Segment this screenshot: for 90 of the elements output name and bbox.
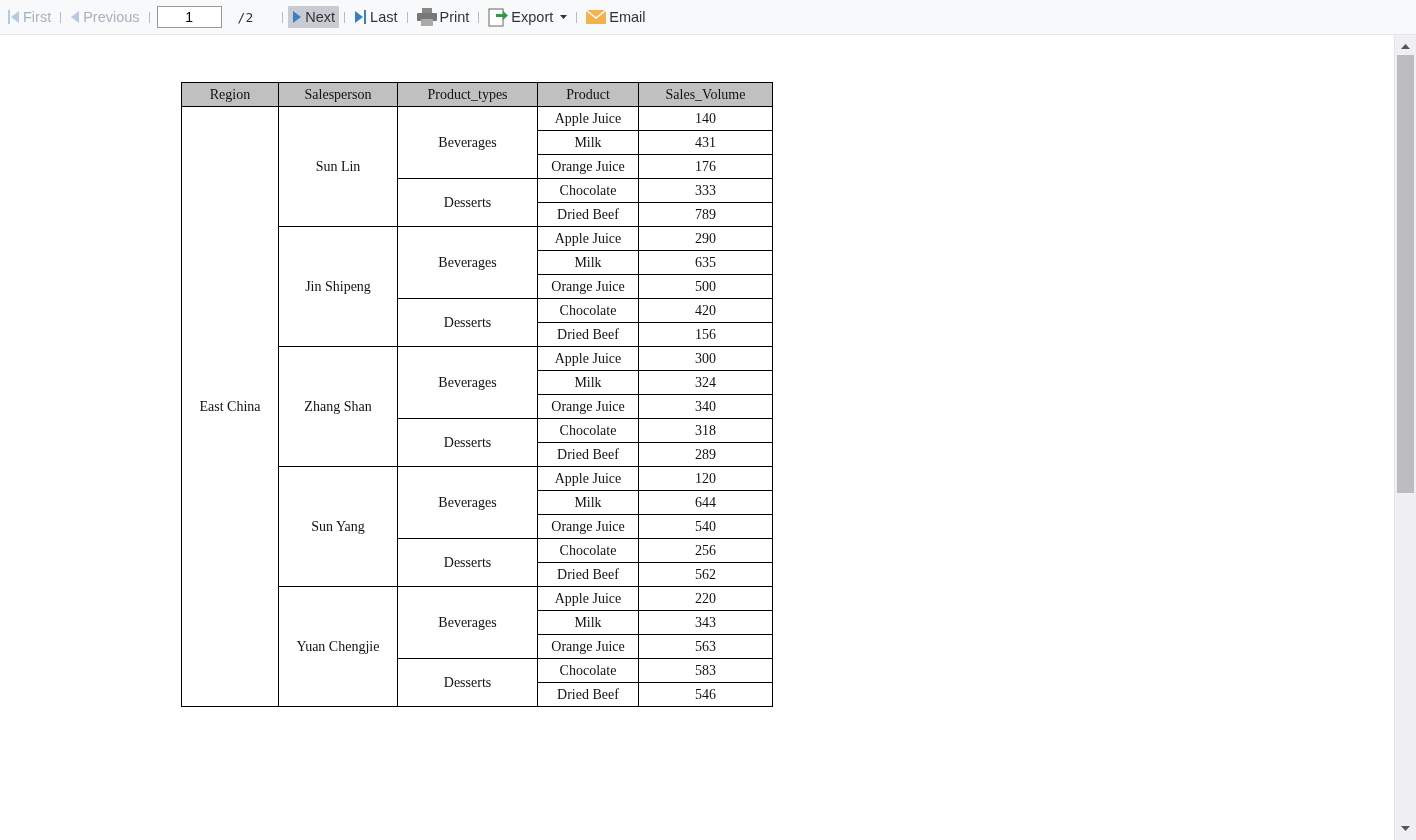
table-cell: Milk	[537, 250, 639, 275]
table-cell: 156	[638, 322, 773, 347]
table-cell: Beverages	[397, 466, 538, 539]
table-cell: 540	[638, 514, 773, 539]
table-cell: 789	[638, 202, 773, 227]
page-total: /2	[237, 9, 254, 25]
table-cell: 324	[638, 370, 773, 395]
table-cell: Chocolate	[537, 658, 639, 683]
table-cell: Chocolate	[537, 298, 639, 323]
table-cell: Orange Juice	[537, 274, 639, 299]
table-cell: Apple Juice	[537, 226, 639, 251]
table-cell: Beverages	[397, 106, 538, 179]
table-cell: 420	[638, 298, 773, 323]
table-cell: Beverages	[397, 226, 538, 299]
table-cell: 563	[638, 634, 773, 659]
table-cell: 546	[638, 682, 773, 707]
table-cell: 120	[638, 466, 773, 491]
table-cell: Jin Shipeng	[278, 226, 398, 347]
table-cell: Milk	[537, 610, 639, 635]
table-cell: 500	[638, 274, 773, 299]
table-cell: 431	[638, 130, 773, 155]
scroll-up-icon	[1401, 44, 1410, 49]
table-cell: Milk	[537, 130, 639, 155]
envelope-icon	[586, 9, 607, 25]
column-header: Product_types	[397, 82, 538, 107]
last-page-icon	[354, 10, 368, 24]
scroll-down-icon	[1401, 826, 1410, 831]
previous-icon	[70, 10, 81, 24]
table-cell: Desserts	[397, 418, 538, 467]
table-cell: 333	[638, 178, 773, 203]
table-cell: Desserts	[397, 538, 538, 587]
table-cell: Yuan Chengjie	[278, 586, 398, 707]
table-cell: Apple Juice	[537, 586, 639, 611]
table-cell: Apple Juice	[537, 346, 639, 371]
table-cell: Chocolate	[537, 538, 639, 563]
scrollbar[interactable]	[1394, 35, 1416, 840]
table-cell: 635	[638, 250, 773, 275]
column-header: Sales_Volume	[638, 82, 773, 107]
table-cell: Sun Yang	[278, 466, 398, 587]
table-cell: Orange Juice	[537, 514, 639, 539]
toolbar-button[interactable]: Last	[350, 6, 402, 28]
table-cell: 318	[638, 418, 773, 443]
table-cell: Orange Juice	[537, 394, 639, 419]
table-cell: 300	[638, 346, 773, 371]
table-cell: Dried Beef	[537, 562, 639, 587]
table-cell: Beverages	[397, 346, 538, 419]
first-page-icon	[8, 10, 20, 24]
table-cell: Zhang Shan	[278, 346, 398, 467]
table-cell: Apple Juice	[537, 106, 639, 131]
export-menu-button[interactable]: Export	[484, 6, 572, 28]
table-cell: 289	[638, 442, 773, 467]
scrollbar-thumb[interactable]	[1397, 55, 1414, 493]
table-cell: Milk	[537, 370, 639, 395]
column-header: Salesperson	[278, 82, 398, 107]
table-cell: Orange Juice	[537, 634, 639, 659]
next-icon	[292, 10, 303, 24]
table-cell: 583	[638, 658, 773, 683]
table-cell: Dried Beef	[537, 442, 639, 467]
toolbar-button[interactable]: Print	[412, 6, 474, 28]
table-cell: 644	[638, 490, 773, 515]
table-cell: Dried Beef	[537, 682, 639, 707]
column-header: Region	[181, 82, 279, 107]
table-cell: Desserts	[397, 298, 538, 347]
caret-icon	[560, 15, 568, 19]
table-cell: 256	[638, 538, 773, 563]
table-cell: East China	[181, 106, 279, 707]
printer-icon	[416, 8, 437, 26]
table-cell: 220	[638, 586, 773, 611]
export-icon	[488, 7, 509, 27]
table-cell: 343	[638, 610, 773, 635]
toolbar-button[interactable]: Email	[582, 6, 650, 28]
table-cell: Dried Beef	[537, 322, 639, 347]
table-cell: 176	[638, 154, 773, 179]
page-number-field[interactable]: 1	[156, 6, 222, 28]
table-cell: Chocolate	[537, 178, 639, 203]
table-cell: Beverages	[397, 586, 538, 659]
table-cell: Apple Juice	[537, 466, 639, 491]
toolbar-button[interactable]: Next	[288, 6, 340, 28]
table-cell: 340	[638, 394, 773, 419]
column-header: Product	[537, 82, 639, 107]
table-cell: Milk	[537, 490, 639, 515]
table-cell: 290	[638, 226, 773, 251]
table-cell: 562	[638, 562, 773, 587]
table-cell: Orange Juice	[537, 154, 639, 179]
table-cell: 140	[638, 106, 773, 131]
table-cell: Sun Lin	[278, 106, 398, 227]
table-cell: Chocolate	[537, 418, 639, 443]
table-cell: Desserts	[397, 658, 538, 707]
table-cell: Dried Beef	[537, 202, 639, 227]
table-cell: Desserts	[397, 178, 538, 227]
